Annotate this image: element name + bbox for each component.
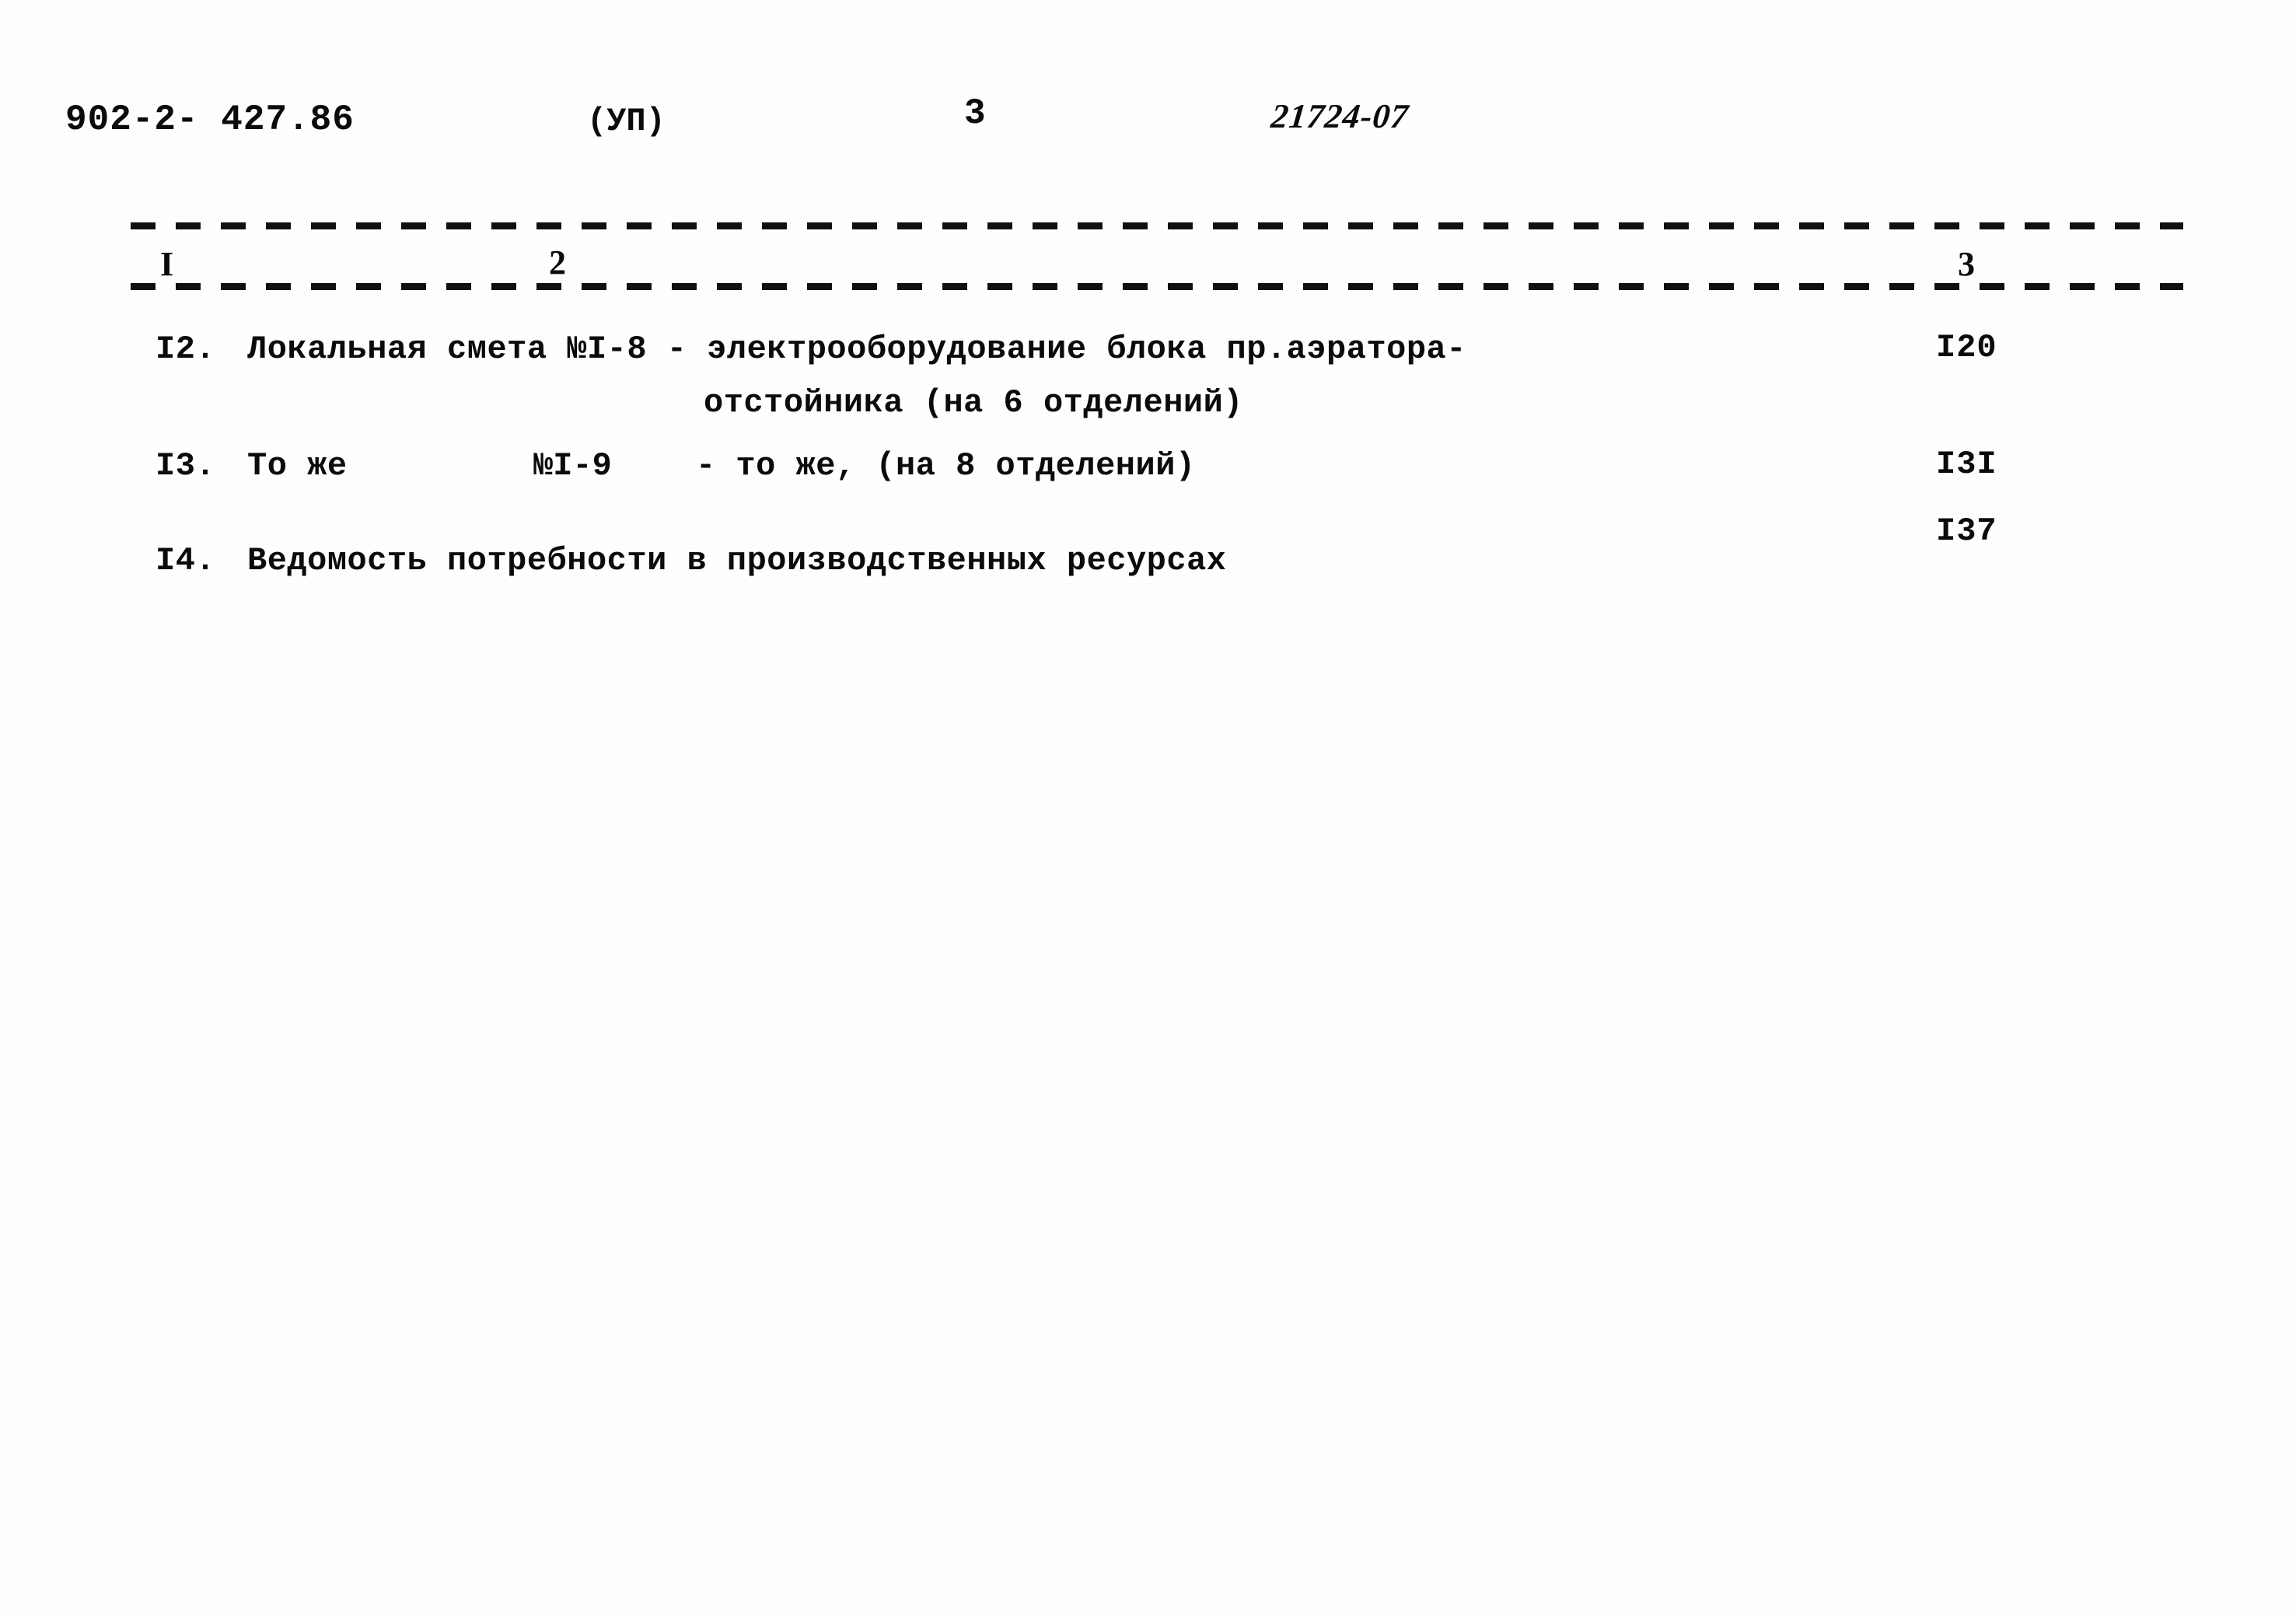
column-header-1: I — [156, 247, 179, 282]
column-header-2: 2 — [544, 246, 571, 280]
row-number: I4. — [156, 542, 216, 579]
document-header: 902-2- 427.86 (УП) 3 21724-07 — [0, 93, 2296, 154]
document-page: 902-2- 427.86 (УП) 3 21724-07 I 2 3 I2. … — [0, 0, 2296, 1616]
row-description-line-1: Ведомость потребности в производственных… — [247, 542, 1227, 579]
row-number: I2. — [156, 331, 216, 368]
row-page-number: I37 — [1936, 512, 1997, 550]
row-description-line-1: Локальная смета №I-8 - электрооборудован… — [247, 331, 1466, 368]
row-description-line-1: То же — [247, 447, 348, 484]
table-header-rule — [131, 283, 2183, 290]
row-estimate-code: №I-9 — [533, 447, 612, 484]
row-page-number: I20 — [1936, 329, 1997, 366]
column-header-3: 3 — [1953, 247, 1980, 282]
row-description-line-2: - то же, (на 8 отделений) — [696, 447, 1196, 484]
table-top-rule — [131, 222, 2183, 229]
archive-number: 21724-07 — [1269, 97, 1411, 135]
row-description-line-2: отстойника (на 6 отделений) — [704, 384, 1244, 421]
document-code: 902-2- 427.86 — [65, 100, 355, 140]
document-variant-label: (УП) — [587, 103, 666, 140]
row-number: I3. — [156, 447, 216, 484]
scan-texture-overlay — [0, 0, 2296, 1616]
row-page-number: I3I — [1936, 446, 1997, 483]
page-number: 3 — [964, 93, 986, 134]
